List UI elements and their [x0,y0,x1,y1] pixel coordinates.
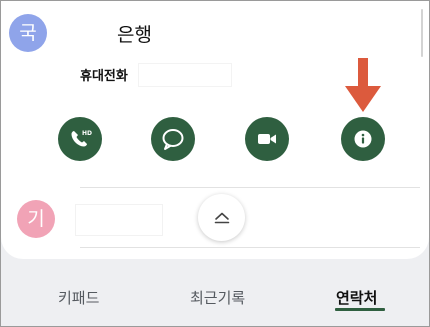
video-call-button[interactable] [245,117,289,161]
call-button[interactable]: HD [58,117,102,161]
list-divider [80,247,420,248]
contact-avatar[interactable]: 기 [17,200,55,238]
contact-avatar[interactable]: 국 [9,14,47,52]
contact-name-text: 은행 [117,23,152,46]
tab-recents[interactable]: 최근기록 [190,287,245,308]
contact-list-card: 국 은행 휴대전화 HD 기 [1,1,429,259]
redacted-name-part [75,19,115,47]
tab-keypad[interactable]: 키패드 [58,287,99,308]
svg-text:HD: HD [82,130,92,137]
redacted-contact-name[interactable] [75,204,163,236]
call-hd-icon: HD [71,130,92,147]
phone-type-label: 휴대전화 [80,69,128,84]
tab-contacts[interactable]: 연락처 [336,287,377,308]
message-button[interactable] [151,117,195,161]
info-icon [354,130,372,148]
bottom-tab-bar: 키패드 최근기록 연락처 [1,259,429,326]
redacted-phone-number [138,63,232,87]
scrollbar[interactable] [421,9,423,57]
info-button[interactable] [341,117,385,161]
red-arrow-annotation [345,58,381,112]
active-tab-indicator [335,308,385,311]
phone-app-screen: 국 은행 휴대전화 HD 기 키패드 최근기록 연락처 [0,0,430,327]
list-divider [80,187,420,188]
chevron-up-icon [214,212,229,223]
contact-name[interactable]: 은행 [75,19,152,47]
video-call-icon [258,134,276,144]
message-icon [162,129,184,150]
scroll-to-top-button[interactable] [198,194,245,241]
